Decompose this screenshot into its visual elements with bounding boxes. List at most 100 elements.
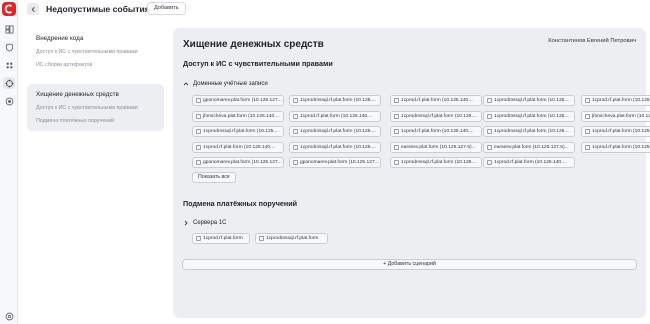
- page-title: Недопустимые события: [46, 4, 150, 14]
- group-toggle[interactable]: Доменные учётные записи: [183, 80, 268, 88]
- host-chip[interactable]: earseev.plat.form (10.125.127.5)...: [483, 142, 575, 153]
- host-chip-label: 1cprod.rf.plat.form (10.125.140....: [494, 160, 567, 165]
- host-chip[interactable]: gponomarev.plat.form (10.125.127...: [192, 157, 284, 168]
- host-icon: [196, 98, 201, 103]
- host-icon: [293, 160, 298, 165]
- host-icon: [585, 114, 590, 119]
- nav-group-title[interactable]: Внедрение кода: [36, 34, 155, 43]
- host-chip[interactable]: 1cprodmssql.rf.plat.form (10.125....: [483, 111, 575, 122]
- host-icon: [293, 114, 298, 119]
- host-icon: [585, 145, 590, 150]
- host-chip-label: 1cprodmssql.rf.plat.form (10.125....: [494, 129, 570, 134]
- host-chip-label: 1cprod.rf.plat.form (10.125.140....: [401, 129, 474, 134]
- nav-item[interactable]: Доступ к ИС с чувствительными правами: [36, 49, 155, 56]
- host-chip[interactable]: 1cprodmssql.rf.plat.form (10.125....: [289, 126, 381, 137]
- host-icon: [196, 236, 201, 241]
- host-chip-label: 1cprodmssql.rf.plat.form (10.125....: [401, 160, 477, 165]
- host-chip-label: 1cprod.rf.plat.form (10.125.140....: [300, 114, 373, 119]
- host-icon: [394, 114, 399, 119]
- nav-group-theft: Хищение денежных средств Доступ к ИС с ч…: [27, 84, 164, 131]
- back-button[interactable]: [27, 3, 39, 15]
- nav-group-code-injection: Внедрение кода Доступ к ИС с чувствитель…: [27, 28, 164, 75]
- circle-dot-icon[interactable]: [4, 96, 14, 106]
- logo-icon[interactable]: [2, 2, 16, 16]
- host-icon: [259, 236, 264, 241]
- event-nav: Внедрение кода Доступ к ИС с чувствитель…: [27, 28, 164, 148]
- host-icon: [394, 160, 399, 165]
- host-icon: [487, 129, 492, 134]
- group-label: Сервера 1С: [193, 220, 227, 226]
- event-card: Хищение денежных средств Константинов Ев…: [173, 28, 650, 318]
- group-toggle[interactable]: Сервера 1С: [183, 219, 226, 227]
- host-icon: [487, 98, 492, 103]
- host-chip-label: 1cprod.rf.plat.form (10.125.140....: [401, 98, 474, 103]
- host-chip-label: gponomarev.plat.form (10.125.127...: [300, 160, 379, 165]
- host-chip[interactable]: 1cprodmssql.rf.plat.form (10.125....: [483, 126, 575, 137]
- host-chip[interactable]: earseev.plat.form (10.125.127.5)...: [390, 142, 482, 153]
- dashboard-icon[interactable]: [4, 24, 14, 34]
- host-chip-label: 1cprodmssql.rf.plat.form (10.125....: [300, 145, 376, 150]
- settings-icon[interactable]: [4, 311, 14, 321]
- host-chip-label: 1cprodmssql.rf.plat.form (10.125....: [401, 114, 477, 119]
- host-chip-label: 1cprod.rf.plat.form (10.125.140....: [592, 98, 650, 103]
- host-chip-label: gponomarev.plat.form (10.125.127...: [203, 98, 282, 103]
- host-icon: [487, 160, 492, 165]
- host-chip[interactable]: 1cprod.rf.plat.form (10.125.140....: [289, 111, 381, 122]
- host-chip[interactable]: 1cprod.rf.plat.form (10.125.140....: [581, 142, 650, 153]
- host-icon: [487, 145, 492, 150]
- host-chip[interactable]: jfomicheva.plat.form (10.125.140....: [581, 111, 650, 122]
- host-chip[interactable]: 1cprodmssql.rf.plat.form (10.125....: [192, 126, 284, 137]
- add-button[interactable]: Добавить: [147, 2, 186, 15]
- host-chip[interactable]: 1cprodmssql.rf.plat.form (10.125....: [390, 157, 482, 168]
- nav-item[interactable]: Подмена платёжных поручений: [36, 118, 155, 125]
- host-chip-label: 1cprod.rf.plat.form (10.125.140....: [592, 129, 650, 134]
- target-icon[interactable]: [3, 77, 15, 89]
- host-chip-label: gponomarev.plat.form (10.125.127...: [203, 160, 282, 165]
- host-chip-label: jfomicheva.plat.form (10.125.140....: [203, 114, 280, 119]
- chevron-right-icon: [184, 220, 188, 226]
- host-chip[interactable]: 1cprodmssql.rf.plat.form (10.125....: [390, 111, 482, 122]
- host-chip[interactable]: 1cprod.rf.plat.form (10.125.140....: [581, 95, 650, 106]
- host-chip-label: jfomicheva.plat.form (10.125.140....: [592, 114, 650, 119]
- card-title: Хищение денежных средств: [183, 39, 324, 50]
- add-scenario-button[interactable]: + Добавить сценарий: [182, 259, 637, 270]
- user-name: Константинов Евгений Петрович: [548, 38, 636, 44]
- host-chip[interactable]: 1cprodmssql.rf.plat.form: [255, 233, 328, 244]
- host-chip-label: 1cprodmssql.rf.plat.form (10.125....: [494, 98, 570, 103]
- host-chip-label: 1cprodmssql.rf.plat.form (10.125....: [203, 129, 279, 134]
- host-chip-label: 1cprodmssql.rf.plat.form (10.125....: [300, 129, 376, 134]
- host-chip[interactable]: jfomicheva.plat.form (10.125.140....: [192, 111, 284, 122]
- section-title: Подмена платёжных поручений: [183, 199, 298, 208]
- host-chip[interactable]: gponomarev.plat.form (10.125.127...: [192, 95, 284, 106]
- host-chip[interactable]: 1cprodmssql.rf.plat.form (10.125....: [289, 142, 381, 153]
- host-icon: [293, 145, 298, 150]
- nav-item[interactable]: Доступ к ИС с чувствительными правами: [36, 105, 155, 112]
- host-chip[interactable]: 1cprod.rf.plat.form (10.125.140....: [581, 126, 650, 137]
- host-chip-label: earseev.plat.form (10.125.127.5)...: [494, 145, 569, 150]
- host-chip[interactable]: gponomarev.plat.form (10.125.127...: [289, 157, 381, 168]
- host-chip[interactable]: 1cprodmssql.rf.plat.form (10.125....: [483, 95, 575, 106]
- host-chip[interactable]: 1cprod.rf.plat.form (10.125.140....: [483, 157, 575, 168]
- host-icon: [293, 98, 298, 103]
- nav-group-title[interactable]: Хищение денежных средств: [36, 90, 155, 99]
- host-chip-label: 1cprod.rf.plat.form: [203, 236, 243, 241]
- host-chip[interactable]: 1cprod.rf.plat.form (10.125.140....: [192, 142, 284, 153]
- host-icon: [196, 145, 201, 150]
- host-chip[interactable]: 1cprod.rf.plat.form (10.125.140....: [390, 95, 482, 106]
- nav-item[interactable]: ИС сборки артефактов: [36, 62, 155, 69]
- host-icon: [394, 145, 399, 150]
- host-chip[interactable]: 1cprod.rf.plat.form (10.125.140....: [390, 126, 482, 137]
- host-chip[interactable]: 1cprod.rf.plat.form: [192, 233, 250, 244]
- chevron-left-icon: [31, 6, 35, 12]
- host-chip[interactable]: 1cprodmssql.rf.plat.form (10.125....: [289, 95, 381, 106]
- show-all-button[interactable]: Показать все: [192, 172, 236, 183]
- host-icon: [293, 129, 298, 134]
- section-title: Доступ к ИС с чувствительными правами: [183, 59, 333, 68]
- grid-icon[interactable]: [4, 60, 14, 70]
- host-icon: [585, 98, 590, 103]
- host-chip-label: 1cprod.rf.plat.form (10.125.140....: [203, 145, 276, 150]
- shield-icon[interactable]: [4, 42, 14, 52]
- host-icon: [585, 129, 590, 134]
- host-chip-label: 1cprod.rf.plat.form (10.125.140....: [592, 145, 650, 150]
- group-label: Доменные учётные записи: [193, 81, 268, 87]
